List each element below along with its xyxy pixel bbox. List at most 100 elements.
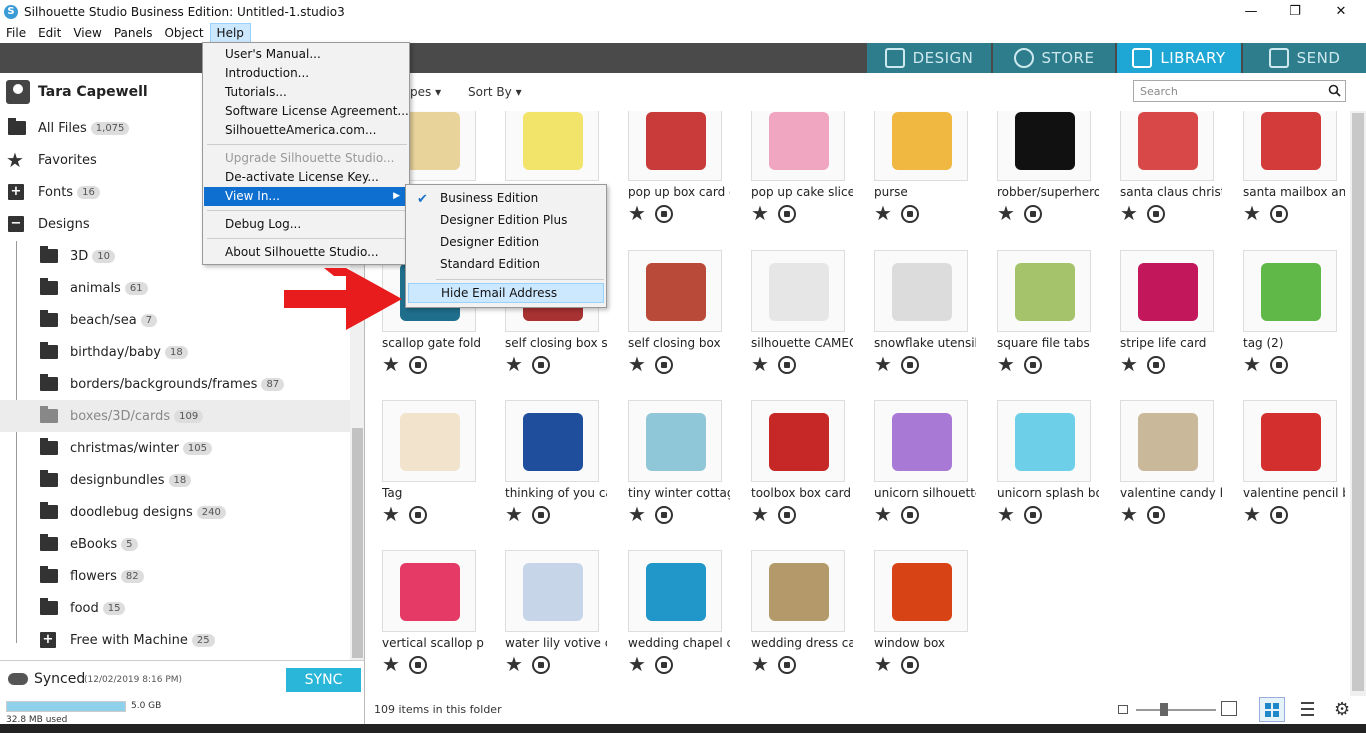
- design-tile[interactable]: thinking of you car ★: [489, 400, 607, 550]
- design-tile[interactable]: robber/superhero m ★: [981, 111, 1099, 249]
- design-thumbnail[interactable]: [874, 400, 968, 482]
- design-thumbnail[interactable]: [628, 111, 722, 181]
- design-thumbnail[interactable]: [382, 550, 476, 632]
- design-tile[interactable]: stripe life card ★: [1104, 250, 1222, 400]
- tab-library[interactable]: LIBRARY: [1117, 43, 1241, 73]
- favorite-star-icon[interactable]: ★: [628, 654, 646, 674]
- menu-item-view-in[interactable]: View In... ▶: [204, 187, 408, 206]
- cloud-sync-icon[interactable]: [409, 506, 427, 524]
- design-thumbnail[interactable]: [505, 400, 599, 482]
- tree-item-food[interactable]: food 15: [0, 592, 350, 624]
- menu-view[interactable]: View: [67, 23, 107, 43]
- design-tile[interactable]: water lily votive car ★: [489, 550, 607, 696]
- expand-plus-icon[interactable]: +: [40, 632, 56, 648]
- menu-item-users-manual[interactable]: User's Manual...: [204, 45, 408, 64]
- cloud-sync-icon[interactable]: [901, 356, 919, 374]
- cloud-sync-icon[interactable]: [778, 506, 796, 524]
- favorite-star-icon[interactable]: ★: [505, 654, 523, 674]
- tree-item-designbundles[interactable]: designbundles 18: [0, 464, 350, 496]
- sync-button[interactable]: SYNC: [286, 668, 361, 692]
- menu-item-license-agreement[interactable]: Software License Agreement...: [204, 102, 409, 121]
- design-tile[interactable]: unicorn silhouettes ★: [858, 400, 976, 550]
- favorite-star-icon[interactable]: ★: [628, 354, 646, 374]
- design-thumbnail[interactable]: [1120, 400, 1214, 482]
- menu-file[interactable]: File: [0, 23, 32, 43]
- favorite-star-icon[interactable]: ★: [628, 504, 646, 524]
- design-tile[interactable]: tiny winter cottage ★: [612, 400, 730, 550]
- favorite-star-icon[interactable]: ★: [1243, 354, 1261, 374]
- search-box[interactable]: [1133, 80, 1346, 102]
- tab-design[interactable]: DESIGN: [867, 43, 991, 73]
- favorite-star-icon[interactable]: ★: [751, 654, 769, 674]
- design-thumbnail[interactable]: [1243, 111, 1337, 181]
- menu-edit[interactable]: Edit: [32, 23, 67, 43]
- tree-item-free-with-machine[interactable]: + Free with Machine 25: [0, 624, 350, 656]
- list-view-button[interactable]: [1296, 701, 1314, 717]
- design-thumbnail[interactable]: [751, 400, 845, 482]
- cloud-sync-icon[interactable]: [1024, 205, 1042, 223]
- minimize-button[interactable]: —: [1228, 0, 1274, 23]
- design-tile[interactable]: tag (2) ★: [1227, 250, 1345, 400]
- cloud-sync-icon[interactable]: [901, 205, 919, 223]
- cloud-sync-icon[interactable]: [409, 656, 427, 674]
- gear-icon[interactable]: ⚙: [1334, 699, 1350, 720]
- cloud-sync-icon[interactable]: [1147, 205, 1165, 223]
- favorite-star-icon[interactable]: ★: [997, 203, 1015, 223]
- favorite-star-icon[interactable]: ★: [997, 504, 1015, 524]
- tab-send[interactable]: SEND: [1243, 43, 1366, 73]
- design-tile[interactable]: pop up cake slice c ★: [735, 111, 853, 249]
- design-thumbnail[interactable]: [997, 111, 1091, 181]
- tree-item-ebooks[interactable]: eBooks 5: [0, 528, 350, 560]
- design-thumbnail[interactable]: [874, 550, 968, 632]
- design-thumbnail[interactable]: [628, 400, 722, 482]
- design-thumbnail[interactable]: [1243, 250, 1337, 332]
- favorite-star-icon[interactable]: ★: [874, 203, 892, 223]
- design-tile[interactable]: santa claus christm ★: [1104, 111, 1222, 249]
- close-button[interactable]: ✕: [1318, 0, 1364, 23]
- favorite-star-icon[interactable]: ★: [382, 654, 400, 674]
- design-thumbnail[interactable]: [997, 400, 1091, 482]
- design-tile[interactable]: unicorn splash box ★: [981, 400, 1099, 550]
- collapse-minus-icon[interactable]: −: [8, 216, 24, 232]
- design-tile[interactable]: wedding chapel ca ★: [612, 550, 730, 696]
- cloud-sync-icon[interactable]: [901, 656, 919, 674]
- cloud-sync-icon[interactable]: [1270, 205, 1288, 223]
- design-thumbnail[interactable]: [382, 400, 476, 482]
- design-thumbnail[interactable]: [1120, 111, 1214, 181]
- search-input[interactable]: [1140, 84, 1320, 99]
- favorite-star-icon[interactable]: ★: [751, 504, 769, 524]
- design-thumbnail[interactable]: [874, 111, 968, 181]
- slider-handle[interactable]: [1160, 703, 1168, 716]
- menu-help[interactable]: Help: [209, 23, 251, 43]
- sort-by-dropdown[interactable]: Sort By ▾: [468, 85, 522, 99]
- design-thumbnail[interactable]: [751, 111, 845, 181]
- thumbnail-size-slider[interactable]: [1136, 709, 1216, 711]
- cloud-sync-icon[interactable]: [532, 656, 550, 674]
- design-thumbnail[interactable]: [874, 250, 968, 332]
- menu-panels[interactable]: Panels: [108, 23, 159, 43]
- design-thumbnail[interactable]: [751, 550, 845, 632]
- design-tile[interactable]: wedding dress card ★: [735, 550, 853, 696]
- favorite-star-icon[interactable]: ★: [505, 354, 523, 374]
- tree-item-doodlebug[interactable]: doodlebug designs 240: [0, 496, 350, 528]
- cloud-sync-icon[interactable]: [655, 506, 673, 524]
- menu-item-designer-edition-plus[interactable]: Designer Edition Plus: [407, 210, 605, 230]
- tree-item-birthday-baby[interactable]: birthday/baby 18: [0, 336, 350, 368]
- sidebar-scroll-thumb[interactable]: [352, 428, 363, 658]
- tree-item-christmas-winter[interactable]: christmas/winter 105: [0, 432, 350, 464]
- restore-button[interactable]: ❐: [1272, 0, 1318, 23]
- design-tile[interactable]: snowflake utensil h ★: [858, 250, 976, 400]
- search-icon[interactable]: [1328, 84, 1341, 97]
- grid-view-button[interactable]: [1259, 697, 1285, 722]
- grid-scrollbar[interactable]: [1350, 111, 1366, 696]
- cloud-sync-icon[interactable]: [1147, 506, 1165, 524]
- menu-item-deactivate-key[interactable]: De-activate License Key...: [204, 168, 408, 187]
- menu-item-silhouetteamerica[interactable]: SilhouetteAmerica.com...: [204, 121, 408, 140]
- design-thumbnail[interactable]: [1243, 400, 1337, 482]
- design-tile[interactable]: toolbox box card ★: [735, 400, 853, 550]
- expand-plus-icon[interactable]: +: [8, 184, 24, 200]
- menu-item-about[interactable]: About Silhouette Studio...: [204, 243, 408, 262]
- cloud-sync-icon[interactable]: [532, 356, 550, 374]
- design-tile[interactable]: silhouette CAMEO. ★: [735, 250, 853, 400]
- favorite-star-icon[interactable]: ★: [874, 504, 892, 524]
